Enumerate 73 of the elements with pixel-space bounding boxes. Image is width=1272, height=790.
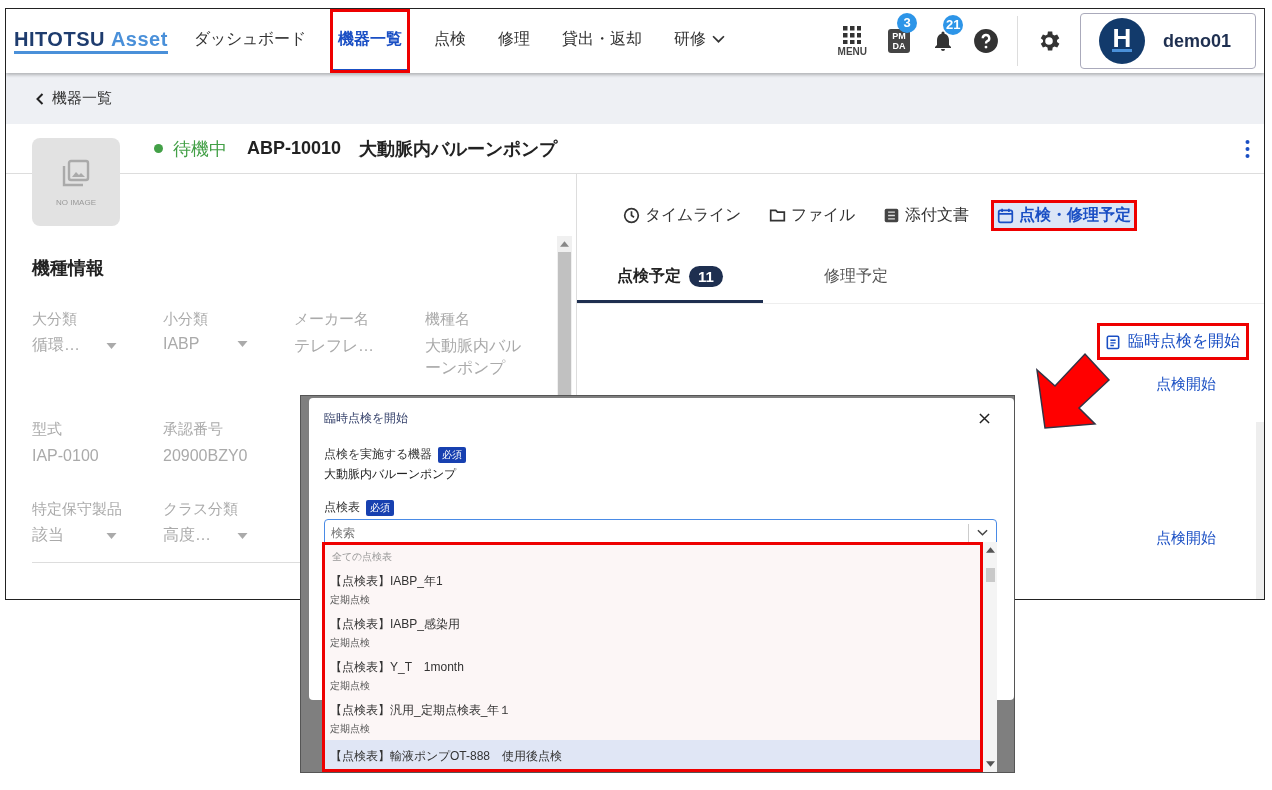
- count-badge: 21: [943, 15, 964, 35]
- more-icon[interactable]: [1245, 139, 1250, 158]
- field-label: 特定保守製品: [32, 500, 123, 519]
- view-tab[interactable]: タイムライン: [617, 200, 747, 231]
- folder-icon: [769, 207, 786, 224]
- field-label: 点検を実施する機器: [324, 446, 432, 463]
- field-label: 点検表: [324, 499, 360, 516]
- dropdown-icon: [237, 532, 248, 539]
- pmda-button[interactable]: PM DA: [885, 27, 913, 55]
- scroll-thumb[interactable]: [985, 568, 995, 582]
- required-badge: 必須: [366, 499, 394, 516]
- view-tab[interactable]: 添付文書: [877, 200, 975, 231]
- count-badge: 3: [897, 13, 917, 33]
- view-tab[interactable]: ファイル: [763, 200, 861, 231]
- section-title: 機種情報: [32, 257, 105, 280]
- dropdown-icon: [106, 532, 117, 539]
- start-link[interactable]: 点検開始: [1156, 375, 1216, 529]
- start-link[interactable]: 点検開始: [1156, 529, 1216, 599]
- user-menu-button[interactable]: H demo01: [1080, 13, 1256, 69]
- dropdown-option[interactable]: 【点検表】輸液ポンプOT-888 使用後点検: [322, 740, 983, 772]
- scroll-down-icon[interactable]: [985, 761, 995, 767]
- view-tab[interactable]: 点検・修理予定: [991, 200, 1137, 231]
- nav-tab[interactable]: ダッシュボード: [185, 9, 314, 73]
- scrollbar[interactable]: [1256, 422, 1264, 599]
- dropdown-option[interactable]: 【点検表】Y_T 1month 定期点検: [322, 654, 983, 697]
- nav-tab[interactable]: 修理: [489, 9, 538, 73]
- clipboard-icon: [1106, 333, 1120, 350]
- field-value: 20900BZY0: [163, 446, 249, 466]
- group-label: 全ての点検表: [331, 550, 393, 564]
- nav-tab[interactable]: 研修: [665, 9, 733, 73]
- nav-tab[interactable]: 貸出・返却: [553, 9, 650, 73]
- dropdown-option[interactable]: 【点検表】IABP_年1 定期点検: [322, 568, 983, 611]
- device-name: 大動脈内バルーンポンプ: [359, 137, 558, 161]
- field-label: メーカー名: [294, 310, 370, 329]
- field-label: クラス分類: [163, 500, 239, 519]
- field-label: 承認番号: [163, 420, 224, 439]
- field-value: IAP-0100: [32, 446, 100, 466]
- dialog-title: 臨時点検を開始: [324, 409, 408, 427]
- avatar-icon: H: [1099, 18, 1145, 64]
- field-value: 大動脈内バルーンポンプ: [425, 336, 521, 378]
- dropdown-icon: [237, 341, 248, 347]
- back-link[interactable]: 機器一覧: [36, 89, 112, 108]
- help-icon[interactable]: [973, 28, 999, 54]
- device-code: ABP-10010: [247, 138, 342, 159]
- document-icon: [883, 207, 900, 224]
- scrollbar[interactable]: [983, 542, 997, 772]
- start-inspection-button[interactable]: 臨時点検を開始: [1100, 326, 1246, 357]
- close-icon[interactable]: [979, 412, 990, 424]
- calendar-icon: [997, 207, 1014, 224]
- field-label: 型式: [32, 420, 63, 439]
- required-badge: 必須: [438, 446, 466, 463]
- chevron-icon: [711, 34, 725, 44]
- status-label: 待機中: [173, 137, 227, 161]
- chevron-icon[interactable]: [977, 529, 988, 537]
- grid-icon: [843, 25, 862, 44]
- menu-button[interactable]: MENU: [837, 25, 867, 57]
- clock-icon: [623, 207, 640, 224]
- field-label: 大分類: [32, 310, 78, 329]
- image-icon: [61, 157, 91, 188]
- schedule-tab[interactable]: 修理予定: [763, 253, 949, 303]
- dropdown-option[interactable]: 【点検表】IABP_感染用 定期点検: [322, 611, 983, 654]
- no-image-label: NO IMAGE: [56, 197, 96, 207]
- schedule-tab[interactable]: 点検予定 11: [577, 253, 763, 303]
- dropdown-option[interactable]: 【点検表】汎用_定期点検表_年１ 定期点検: [322, 697, 983, 740]
- field-value: テレフレ…: [294, 336, 375, 356]
- logo: HITOTSU Asset: [14, 28, 168, 54]
- dropdown-icon: [106, 342, 117, 349]
- field-label: 小分類: [163, 310, 209, 329]
- field-value: 大動脈内バルーンポンプ: [324, 466, 458, 483]
- scroll-up-icon[interactable]: [560, 241, 569, 247]
- back-icon: [36, 92, 44, 105]
- field-label: 機種名: [425, 310, 471, 329]
- nav-tab[interactable]: 点検: [425, 9, 474, 73]
